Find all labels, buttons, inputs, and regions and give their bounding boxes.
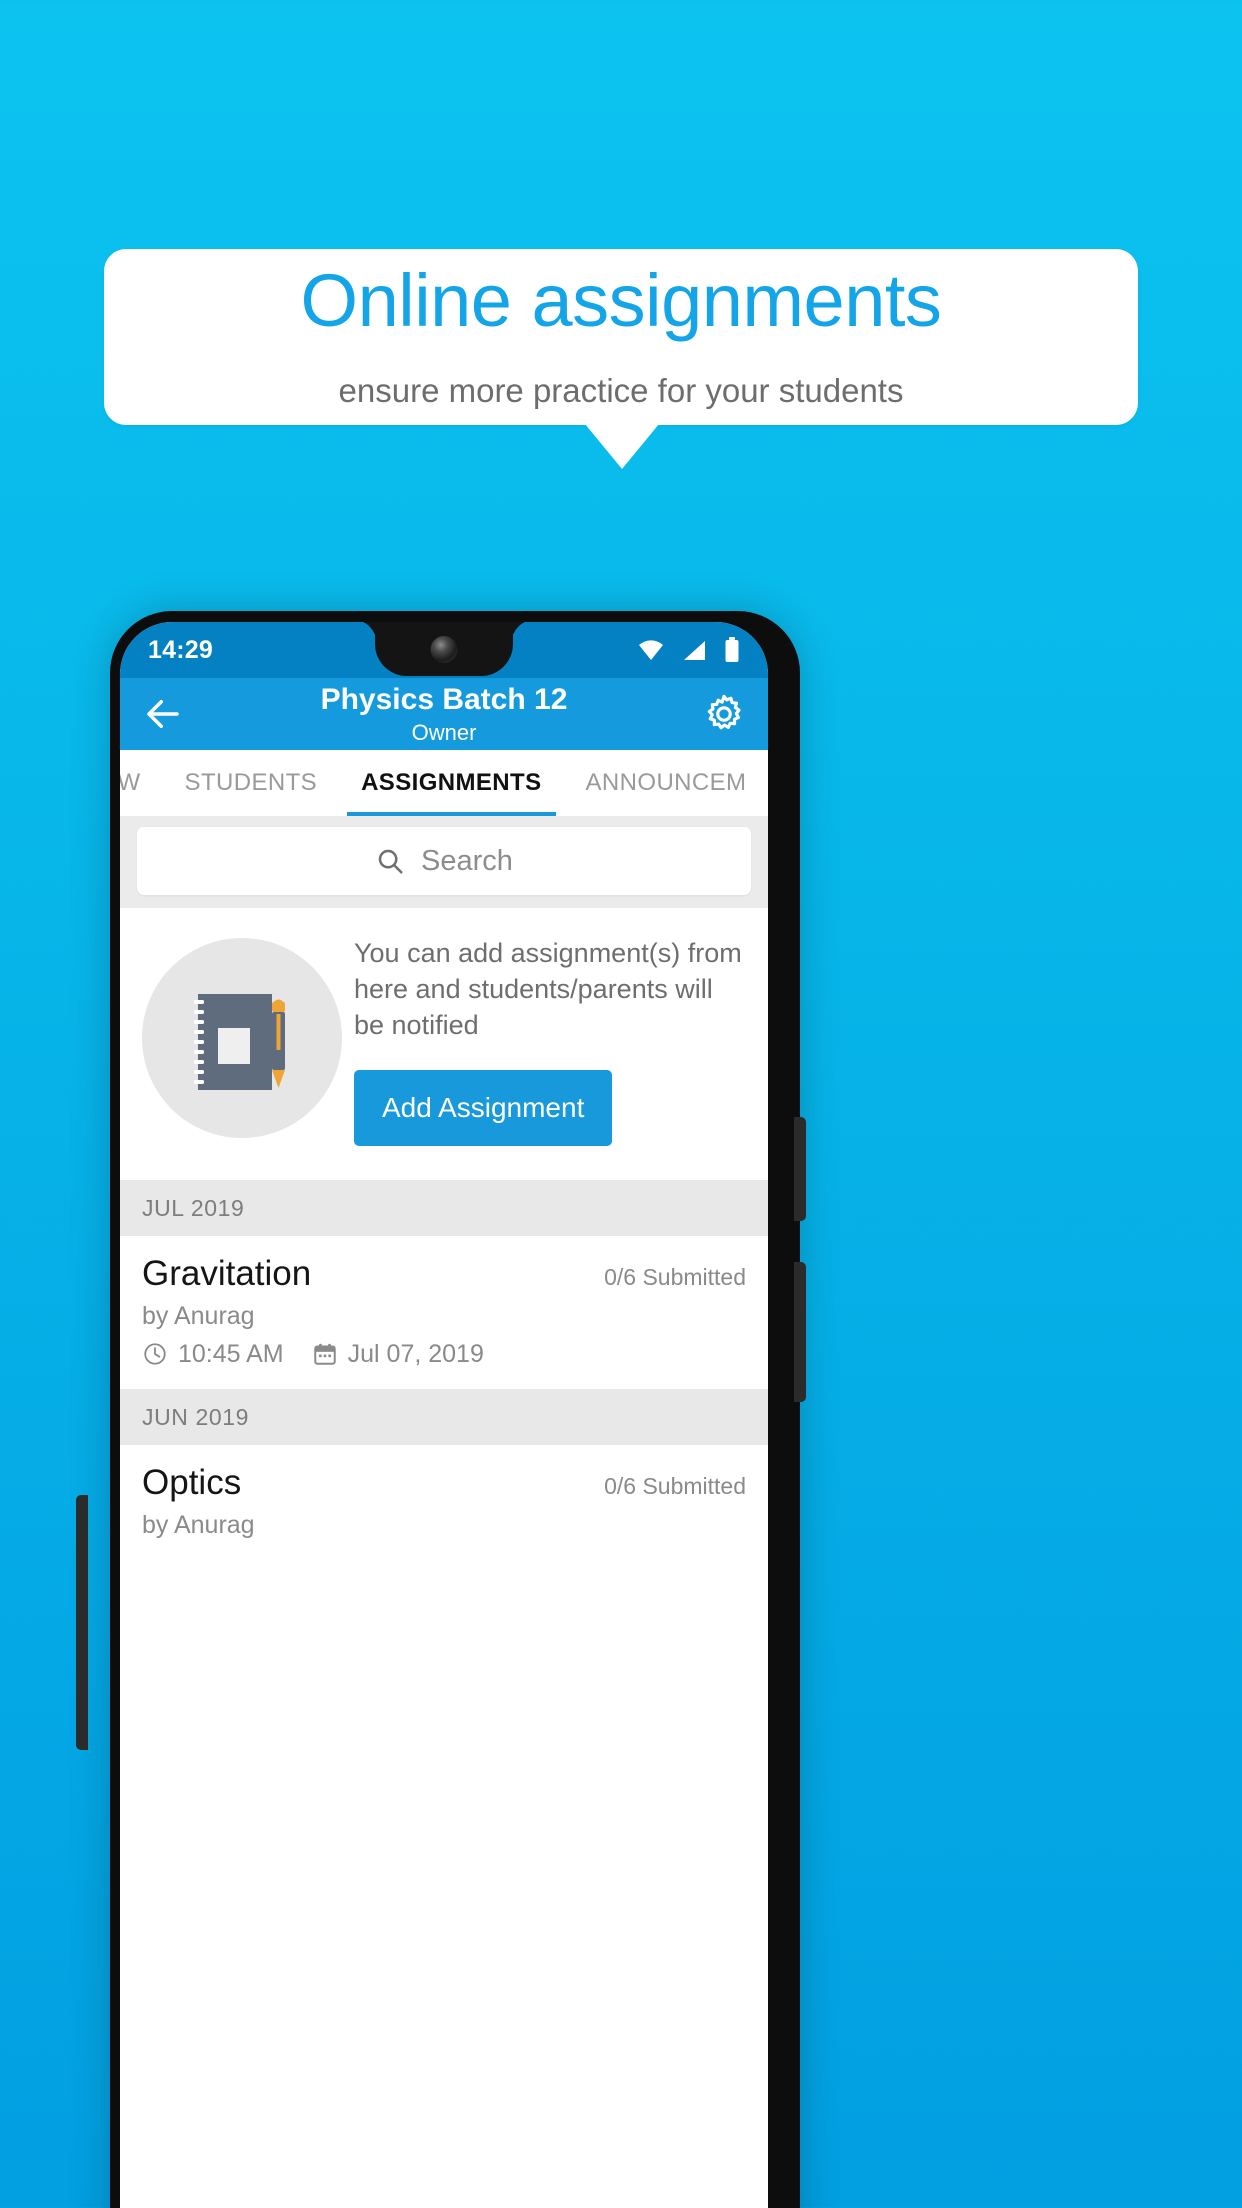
assignment-meta: 10:45 AM Jul 07, 2019	[142, 1340, 746, 1369]
search-input[interactable]: Search	[137, 827, 751, 895]
table-row[interactable]: Gravitation 0/6 Submitted by Anurag 10:4…	[120, 1235, 768, 1389]
gear-icon[interactable]	[702, 692, 746, 736]
page-title: Physics Batch 12	[320, 683, 568, 716]
assignment-author: by Anurag	[142, 1511, 255, 1540]
speech-bubble-tail	[585, 424, 659, 469]
notebook-and-pen-icon	[142, 938, 342, 1138]
assignment-submitted-count: 0/6 Submitted	[604, 1263, 746, 1290]
month-header-jul: JUL 2019	[120, 1179, 768, 1236]
phone-volume-button[interactable]	[794, 1262, 806, 1402]
battery-icon	[725, 637, 739, 662]
assignment-title: Optics	[142, 1462, 242, 1502]
front-camera-icon	[430, 636, 458, 663]
assignment-submitted-count: 0/6 Submitted	[604, 1472, 746, 1499]
assignment-date: Jul 07, 2019	[347, 1339, 484, 1368]
phone-power-button[interactable]	[794, 1117, 806, 1221]
status-bar-icons	[638, 637, 746, 663]
status-bar-time: 14:29	[148, 635, 213, 664]
search-bar-container: Search	[120, 816, 768, 908]
app-bar-titles: Physics Batch 12 Owner	[120, 682, 768, 748]
wifi-icon	[639, 640, 663, 660]
assignment-title: Gravitation	[142, 1253, 312, 1293]
tab-students[interactable]: STUDENTS	[163, 750, 340, 816]
table-row[interactable]: Optics 0/6 Submitted by Anurag	[120, 1444, 768, 1561]
empty-state-message: You can add assignment(s) from here and …	[354, 938, 742, 1040]
empty-state-card: You can add assignment(s) from here and …	[120, 908, 768, 1180]
status-bar: 14:29	[120, 622, 768, 678]
calendar-icon	[313, 1344, 336, 1366]
back-arrow-icon[interactable]	[142, 693, 184, 735]
add-assignment-button[interactable]: Add Assignment	[354, 1069, 613, 1146]
tab-bar: IEW STUDENTS ASSIGNMENTS ANNOUNCEM	[120, 750, 768, 816]
assignment-row-top: Gravitation 0/6 Submitted	[142, 1254, 746, 1293]
tab-overview[interactable]: IEW	[120, 750, 163, 816]
signal-icon	[684, 641, 705, 660]
tab-announcements[interactable]: ANNOUNCEM	[564, 750, 769, 816]
assignment-time: 10:45 AM	[178, 1339, 284, 1368]
promo-card	[104, 249, 1138, 425]
phone-screen: 14:29 Physics Batch 12 Owner W STUDENTS …	[120, 622, 768, 2208]
tab-assignments[interactable]: ASSIGNMENTS	[339, 750, 563, 816]
assignment-row-top: Optics 0/6 Submitted	[142, 1463, 746, 1502]
search-placeholder: Search	[421, 844, 513, 877]
assignment-author: by Anurag	[142, 1301, 255, 1330]
clock-icon	[144, 1343, 166, 1366]
search-icon	[378, 849, 403, 874]
app-bar: Physics Batch 12 Owner	[120, 678, 768, 750]
empty-state-right: You can add assignment(s) from here and …	[354, 930, 748, 1146]
month-header-jun: JUN 2019	[120, 1388, 768, 1445]
phone-side-button-left[interactable]	[76, 1495, 88, 1750]
page-subtitle: Owner	[411, 720, 477, 746]
